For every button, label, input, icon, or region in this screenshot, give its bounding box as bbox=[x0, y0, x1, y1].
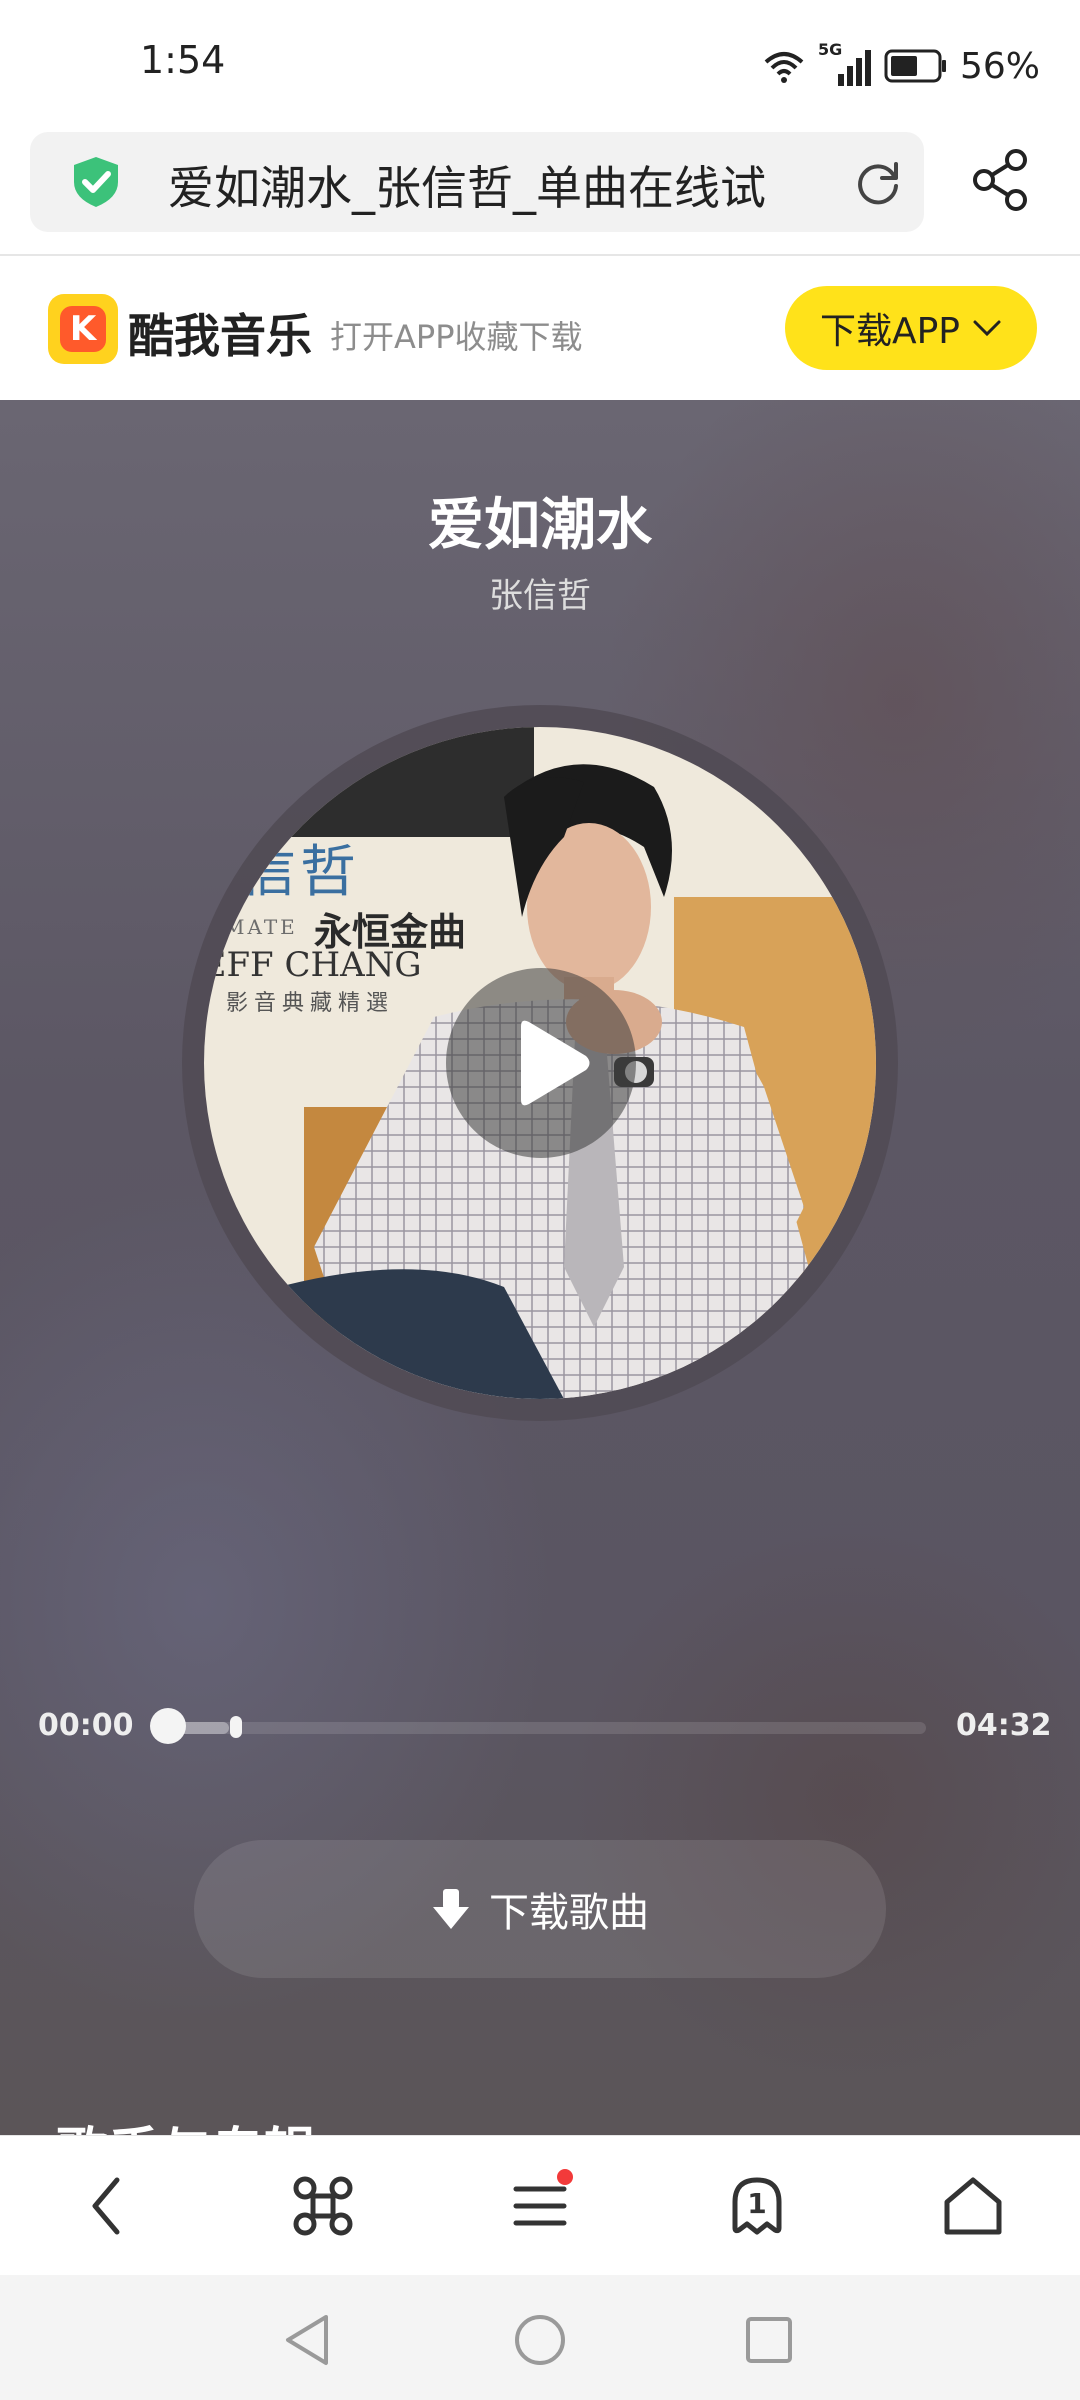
page-title: 爱如潮水_张信哲_单曲在线试 bbox=[168, 161, 766, 215]
command-icon bbox=[293, 2176, 353, 2236]
back-chevron-icon bbox=[92, 2177, 120, 2235]
download-app-button[interactable]: 下载APP bbox=[785, 286, 1037, 370]
shortcuts-button[interactable] bbox=[288, 2171, 358, 2241]
kuwo-logo-icon: K bbox=[48, 294, 118, 364]
signal-group: 5G bbox=[818, 40, 872, 88]
circle-home-icon bbox=[515, 2315, 565, 2365]
time-current: 00:00 bbox=[38, 1708, 134, 1743]
play-button[interactable] bbox=[446, 968, 636, 1158]
home-icon bbox=[944, 2177, 1002, 2235]
download-song-label: 下载歌曲 bbox=[489, 1890, 649, 1936]
app-promo-banner: K 酷我音乐 打开APP收藏下载 下载APP bbox=[0, 256, 1080, 400]
tab-count: 1 bbox=[747, 2187, 767, 2220]
song-title: 爱如潮水 bbox=[428, 493, 652, 558]
play-icon bbox=[521, 1020, 590, 1106]
progress-track[interactable] bbox=[168, 1722, 926, 1734]
home-button[interactable] bbox=[938, 2171, 1008, 2241]
security-shield-icon bbox=[74, 157, 118, 207]
menu-button[interactable] bbox=[505, 2169, 575, 2241]
album-subtitle: 影音典藏精選 bbox=[226, 991, 395, 1016]
status-time: 1:54 bbox=[140, 38, 226, 82]
system-recents-button[interactable] bbox=[734, 2305, 804, 2375]
album-label-fragment: MATE bbox=[224, 915, 298, 939]
cell-signal-icon bbox=[837, 50, 871, 86]
notification-dot bbox=[557, 2169, 573, 2185]
section-heading-artist-album: 歌手与专辑 bbox=[56, 2110, 316, 2135]
tabs-button[interactable]: 1 bbox=[722, 2171, 792, 2241]
system-navigation-bar bbox=[0, 2275, 1080, 2400]
status-bar: 1:54 5G 56% bbox=[0, 0, 1080, 130]
progress-thumb[interactable] bbox=[150, 1708, 186, 1744]
share-icon[interactable] bbox=[970, 148, 1034, 212]
battery-percent: 56% bbox=[959, 45, 1040, 87]
chevron-down-icon bbox=[973, 320, 1001, 337]
battery-icon bbox=[884, 49, 946, 83]
download-song-button[interactable]: 下载歌曲 bbox=[194, 1840, 886, 1978]
triangle-back-icon bbox=[286, 2315, 328, 2365]
kuwo-logo-mark: K bbox=[60, 306, 106, 352]
download-arrow-icon bbox=[433, 1889, 469, 1929]
player-area: 爱如潮水 张信哲 张信哲 MATE 永恒金曲 JEFF CHANG 影音典藏精選… bbox=[0, 400, 1080, 2135]
browser-toolbar: 1 bbox=[0, 2135, 1080, 2276]
square-recents-icon bbox=[746, 2317, 792, 2363]
time-total: 04:32 bbox=[956, 1708, 1052, 1743]
app-subtitle: 打开APP收藏下载 bbox=[330, 318, 583, 356]
status-icons: 5G 56% bbox=[762, 38, 1040, 94]
back-button[interactable] bbox=[72, 2171, 142, 2241]
wifi-icon bbox=[764, 52, 804, 83]
address-bar[interactable]: 爱如潮水_张信哲_单曲在线试 bbox=[30, 132, 924, 232]
buffer-marker bbox=[230, 1716, 242, 1738]
menu-icon bbox=[513, 2186, 567, 2226]
app-name: 酷我音乐 bbox=[128, 309, 312, 363]
song-artist: 张信哲 bbox=[489, 576, 591, 616]
album-artist-en: JEFF CHANG bbox=[204, 945, 422, 985]
reload-icon[interactable] bbox=[852, 156, 904, 208]
album-artist-cn: 张信哲 bbox=[204, 840, 360, 905]
system-home-button[interactable] bbox=[505, 2305, 575, 2375]
download-app-label: 下载APP bbox=[819, 311, 961, 352]
system-back-button[interactable] bbox=[272, 2305, 342, 2375]
